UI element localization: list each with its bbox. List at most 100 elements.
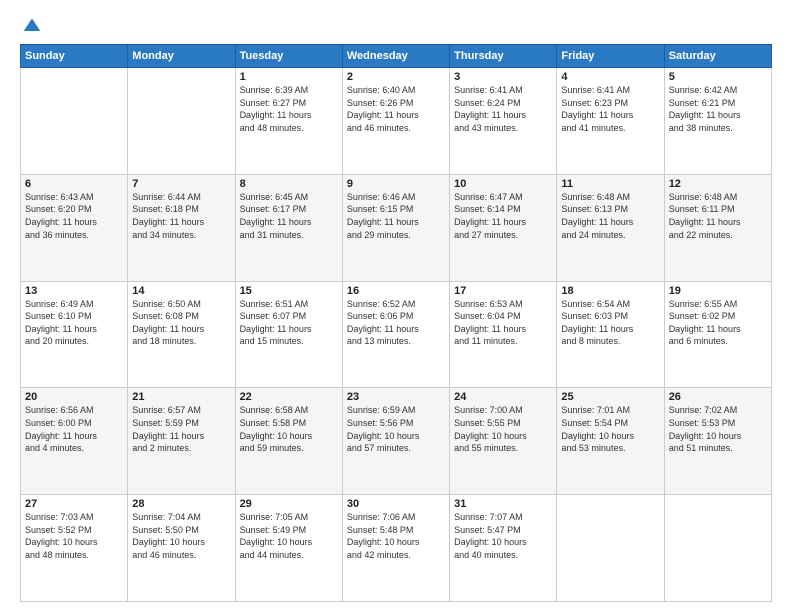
calendar-cell: 16Sunrise: 6:52 AM Sunset: 6:06 PM Dayli… (342, 281, 449, 388)
week-row-1: 6Sunrise: 6:43 AM Sunset: 6:20 PM Daylig… (21, 174, 772, 281)
day-info: Sunrise: 6:52 AM Sunset: 6:06 PM Dayligh… (347, 298, 445, 348)
day-number: 16 (347, 285, 445, 297)
calendar-cell: 22Sunrise: 6:58 AM Sunset: 5:58 PM Dayli… (235, 388, 342, 495)
header-day-sunday: Sunday (21, 45, 128, 68)
week-row-4: 27Sunrise: 7:03 AM Sunset: 5:52 PM Dayli… (21, 495, 772, 602)
day-number: 13 (25, 285, 123, 297)
week-row-0: 1Sunrise: 6:39 AM Sunset: 6:27 PM Daylig… (21, 68, 772, 175)
day-info: Sunrise: 7:00 AM Sunset: 5:55 PM Dayligh… (454, 404, 552, 454)
day-info: Sunrise: 6:57 AM Sunset: 5:59 PM Dayligh… (132, 404, 230, 454)
day-info: Sunrise: 7:05 AM Sunset: 5:49 PM Dayligh… (240, 511, 338, 561)
calendar-cell: 7Sunrise: 6:44 AM Sunset: 6:18 PM Daylig… (128, 174, 235, 281)
day-info: Sunrise: 6:49 AM Sunset: 6:10 PM Dayligh… (25, 298, 123, 348)
calendar-cell: 25Sunrise: 7:01 AM Sunset: 5:54 PM Dayli… (557, 388, 664, 495)
calendar-cell: 5Sunrise: 6:42 AM Sunset: 6:21 PM Daylig… (664, 68, 771, 175)
day-info: Sunrise: 6:41 AM Sunset: 6:24 PM Dayligh… (454, 84, 552, 134)
day-number: 2 (347, 71, 445, 83)
header-row: SundayMondayTuesdayWednesdayThursdayFrid… (21, 45, 772, 68)
header-day-monday: Monday (128, 45, 235, 68)
day-info: Sunrise: 6:40 AM Sunset: 6:26 PM Dayligh… (347, 84, 445, 134)
day-number: 11 (561, 178, 659, 190)
header-day-tuesday: Tuesday (235, 45, 342, 68)
day-info: Sunrise: 6:43 AM Sunset: 6:20 PM Dayligh… (25, 191, 123, 241)
day-number: 10 (454, 178, 552, 190)
day-number: 28 (132, 498, 230, 510)
day-info: Sunrise: 7:06 AM Sunset: 5:48 PM Dayligh… (347, 511, 445, 561)
day-info: Sunrise: 6:44 AM Sunset: 6:18 PM Dayligh… (132, 191, 230, 241)
calendar-cell: 14Sunrise: 6:50 AM Sunset: 6:08 PM Dayli… (128, 281, 235, 388)
calendar-cell: 10Sunrise: 6:47 AM Sunset: 6:14 PM Dayli… (450, 174, 557, 281)
calendar-header: SundayMondayTuesdayWednesdayThursdayFrid… (21, 45, 772, 68)
week-row-2: 13Sunrise: 6:49 AM Sunset: 6:10 PM Dayli… (21, 281, 772, 388)
day-info: Sunrise: 6:45 AM Sunset: 6:17 PM Dayligh… (240, 191, 338, 241)
header-day-wednesday: Wednesday (342, 45, 449, 68)
day-info: Sunrise: 6:59 AM Sunset: 5:56 PM Dayligh… (347, 404, 445, 454)
day-info: Sunrise: 6:39 AM Sunset: 6:27 PM Dayligh… (240, 84, 338, 134)
day-info: Sunrise: 6:58 AM Sunset: 5:58 PM Dayligh… (240, 404, 338, 454)
calendar-cell: 19Sunrise: 6:55 AM Sunset: 6:02 PM Dayli… (664, 281, 771, 388)
page: SundayMondayTuesdayWednesdayThursdayFrid… (0, 0, 792, 612)
calendar-cell (128, 68, 235, 175)
day-info: Sunrise: 7:07 AM Sunset: 5:47 PM Dayligh… (454, 511, 552, 561)
week-row-3: 20Sunrise: 6:56 AM Sunset: 6:00 PM Dayli… (21, 388, 772, 495)
day-info: Sunrise: 6:56 AM Sunset: 6:00 PM Dayligh… (25, 404, 123, 454)
calendar-cell: 1Sunrise: 6:39 AM Sunset: 6:27 PM Daylig… (235, 68, 342, 175)
calendar-cell: 13Sunrise: 6:49 AM Sunset: 6:10 PM Dayli… (21, 281, 128, 388)
calendar-cell: 27Sunrise: 7:03 AM Sunset: 5:52 PM Dayli… (21, 495, 128, 602)
calendar-cell: 12Sunrise: 6:48 AM Sunset: 6:11 PM Dayli… (664, 174, 771, 281)
day-number: 23 (347, 391, 445, 403)
day-info: Sunrise: 6:46 AM Sunset: 6:15 PM Dayligh… (347, 191, 445, 241)
day-number: 5 (669, 71, 767, 83)
day-number: 18 (561, 285, 659, 297)
calendar-cell: 29Sunrise: 7:05 AM Sunset: 5:49 PM Dayli… (235, 495, 342, 602)
calendar-cell: 28Sunrise: 7:04 AM Sunset: 5:50 PM Dayli… (128, 495, 235, 602)
day-number: 8 (240, 178, 338, 190)
calendar-cell: 17Sunrise: 6:53 AM Sunset: 6:04 PM Dayli… (450, 281, 557, 388)
day-info: Sunrise: 7:02 AM Sunset: 5:53 PM Dayligh… (669, 404, 767, 454)
day-number: 14 (132, 285, 230, 297)
day-info: Sunrise: 6:53 AM Sunset: 6:04 PM Dayligh… (454, 298, 552, 348)
day-number: 9 (347, 178, 445, 190)
calendar-cell: 26Sunrise: 7:02 AM Sunset: 5:53 PM Dayli… (664, 388, 771, 495)
calendar-cell: 15Sunrise: 6:51 AM Sunset: 6:07 PM Dayli… (235, 281, 342, 388)
day-number: 21 (132, 391, 230, 403)
day-number: 1 (240, 71, 338, 83)
day-number: 3 (454, 71, 552, 83)
day-number: 27 (25, 498, 123, 510)
calendar-cell: 31Sunrise: 7:07 AM Sunset: 5:47 PM Dayli… (450, 495, 557, 602)
day-number: 24 (454, 391, 552, 403)
logo-icon (22, 16, 42, 36)
calendar-cell (21, 68, 128, 175)
day-number: 29 (240, 498, 338, 510)
day-number: 15 (240, 285, 338, 297)
day-number: 12 (669, 178, 767, 190)
calendar-cell (664, 495, 771, 602)
calendar-cell: 11Sunrise: 6:48 AM Sunset: 6:13 PM Dayli… (557, 174, 664, 281)
calendar-cell: 6Sunrise: 6:43 AM Sunset: 6:20 PM Daylig… (21, 174, 128, 281)
day-number: 4 (561, 71, 659, 83)
calendar-cell: 2Sunrise: 6:40 AM Sunset: 6:26 PM Daylig… (342, 68, 449, 175)
logo (20, 16, 42, 36)
calendar-body: 1Sunrise: 6:39 AM Sunset: 6:27 PM Daylig… (21, 68, 772, 602)
day-info: Sunrise: 6:48 AM Sunset: 6:11 PM Dayligh… (669, 191, 767, 241)
day-info: Sunrise: 6:50 AM Sunset: 6:08 PM Dayligh… (132, 298, 230, 348)
day-info: Sunrise: 6:51 AM Sunset: 6:07 PM Dayligh… (240, 298, 338, 348)
calendar-cell (557, 495, 664, 602)
header-day-friday: Friday (557, 45, 664, 68)
day-number: 7 (132, 178, 230, 190)
day-number: 26 (669, 391, 767, 403)
header-day-thursday: Thursday (450, 45, 557, 68)
day-info: Sunrise: 7:01 AM Sunset: 5:54 PM Dayligh… (561, 404, 659, 454)
day-number: 19 (669, 285, 767, 297)
day-number: 22 (240, 391, 338, 403)
day-info: Sunrise: 6:47 AM Sunset: 6:14 PM Dayligh… (454, 191, 552, 241)
calendar-cell: 30Sunrise: 7:06 AM Sunset: 5:48 PM Dayli… (342, 495, 449, 602)
day-number: 31 (454, 498, 552, 510)
day-info: Sunrise: 7:04 AM Sunset: 5:50 PM Dayligh… (132, 511, 230, 561)
calendar-cell: 18Sunrise: 6:54 AM Sunset: 6:03 PM Dayli… (557, 281, 664, 388)
day-number: 17 (454, 285, 552, 297)
header-day-saturday: Saturday (664, 45, 771, 68)
day-number: 6 (25, 178, 123, 190)
day-info: Sunrise: 7:03 AM Sunset: 5:52 PM Dayligh… (25, 511, 123, 561)
day-info: Sunrise: 6:48 AM Sunset: 6:13 PM Dayligh… (561, 191, 659, 241)
